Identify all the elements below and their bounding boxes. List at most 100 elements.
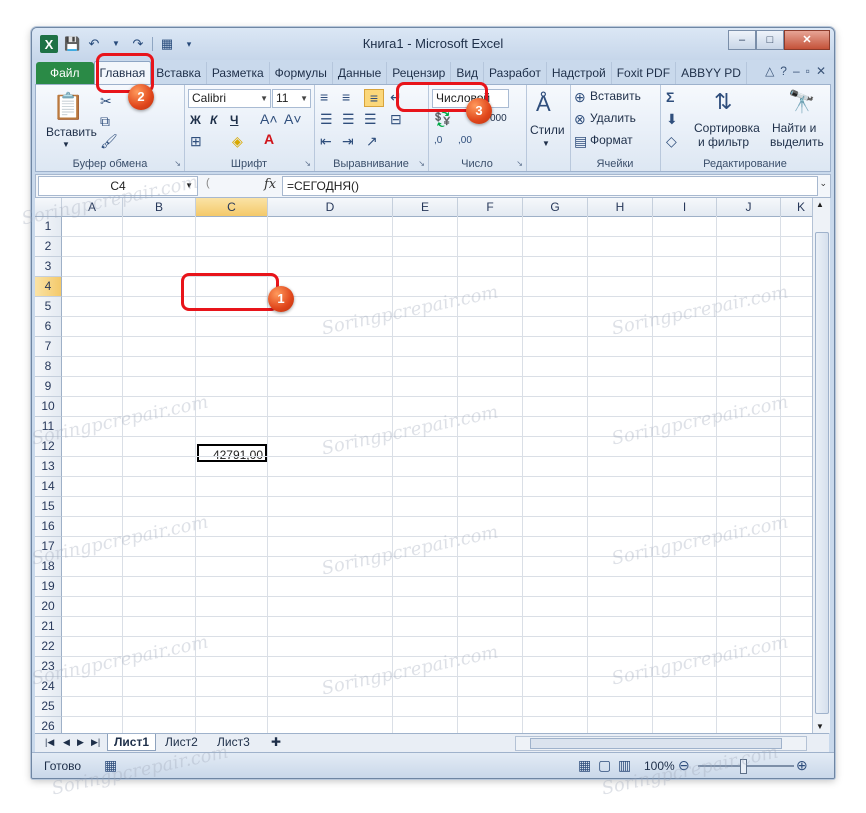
page-layout-view-icon[interactable]: ▢ — [598, 757, 611, 773]
row-header[interactable]: 1 — [35, 217, 62, 237]
find-select-label-2[interactable]: выделить — [770, 135, 824, 149]
expand-formula-icon[interactable]: ⌄ — [819, 178, 827, 189]
shrink-font-icon[interactable]: A˅ — [284, 111, 302, 127]
row-header[interactable]: 22 — [35, 637, 62, 657]
vertical-scroll-thumb[interactable] — [815, 232, 829, 714]
column-header-f[interactable]: F — [458, 198, 523, 217]
increase-decimal-icon[interactable]: ,0 — [434, 133, 442, 149]
row-header[interactable]: 9 — [35, 377, 62, 397]
italic-button[interactable]: К — [210, 113, 217, 127]
styles-button[interactable]: Стили — [530, 123, 565, 137]
align-center-icon[interactable]: ☰ — [342, 111, 355, 127]
fill-color-icon[interactable]: ◈ — [232, 133, 243, 149]
copy-icon[interactable]: ⧉ — [100, 113, 110, 129]
tab-view[interactable]: Вид — [451, 62, 485, 84]
column-header-k[interactable]: K — [781, 198, 812, 217]
row-header[interactable]: 20 — [35, 597, 62, 617]
cell-c4[interactable]: 42791,00 — [197, 444, 267, 462]
find-binoculars-icon[interactable]: 🔭 — [788, 89, 815, 115]
row-header[interactable]: 23 — [35, 657, 62, 677]
page-break-view-icon[interactable]: ▥ — [618, 757, 631, 773]
decrease-decimal-icon[interactable]: ,00 — [458, 133, 472, 149]
align-middle-icon[interactable]: ≡ — [342, 89, 350, 105]
new-sheet-icon[interactable]: ✚ — [265, 734, 287, 750]
paste-icon[interactable]: 📋 — [52, 91, 84, 121]
row-header[interactable]: 19 — [35, 577, 62, 597]
sort-filter-label-2[interactable]: и фильтр — [698, 135, 749, 149]
borders-icon[interactable]: ⊞ — [190, 133, 202, 149]
thousands-separator-button[interactable]: 000 — [490, 113, 507, 124]
select-all-corner[interactable] — [35, 198, 62, 217]
tab-abbyy-pdf[interactable]: ABBYY PD — [676, 62, 747, 84]
align-right-icon[interactable]: ☰ — [364, 111, 377, 127]
row-header[interactable]: 17 — [35, 537, 62, 557]
row-header[interactable]: 14 — [35, 477, 62, 497]
row-header[interactable]: 25 — [35, 697, 62, 717]
horizontal-scrollbar[interactable] — [515, 736, 807, 751]
format-painter-icon[interactable]: 🖌 — [100, 133, 118, 149]
tab-formulas[interactable]: Формулы — [270, 62, 333, 84]
formula-input[interactable]: =СЕГОДНЯ() — [282, 176, 818, 196]
column-header-b[interactable]: B — [123, 198, 196, 217]
zoom-level[interactable]: 100% — [644, 759, 675, 773]
autosum-icon[interactable]: Σ — [666, 89, 674, 105]
doc-close-icon[interactable]: ✕ — [816, 64, 826, 78]
row-header[interactable]: 24 — [35, 677, 62, 697]
fill-icon[interactable]: ⬇ — [666, 111, 678, 127]
zoom-slider-thumb[interactable] — [740, 759, 747, 774]
column-header-e[interactable]: E — [393, 198, 458, 217]
column-header-i[interactable]: I — [653, 198, 717, 217]
column-header-a[interactable]: A — [62, 198, 123, 217]
underline-button[interactable]: Ч — [230, 113, 238, 127]
row-header[interactable]: 11 — [35, 417, 62, 437]
scroll-down-icon[interactable]: ▼ — [816, 722, 824, 731]
row-header[interactable]: 13 — [35, 457, 62, 477]
row-header[interactable]: 16 — [35, 517, 62, 537]
scroll-up-icon[interactable]: ▲ — [816, 200, 824, 209]
align-bottom-icon[interactable]: ≡ — [364, 89, 384, 107]
horizontal-scroll-thumb[interactable] — [530, 738, 782, 749]
styles-icon[interactable]: Å — [536, 91, 551, 117]
find-select-label[interactable]: Найти и — [772, 121, 816, 135]
bold-button[interactable]: Ж — [190, 113, 201, 127]
format-cells-icon[interactable]: ▤ — [574, 133, 587, 149]
font-color-icon[interactable]: A — [264, 131, 274, 147]
column-header-c[interactable]: C — [196, 198, 268, 217]
chevron-down-icon[interactable]: ▼ — [542, 139, 550, 148]
sheet-tab-3[interactable]: Лист3 — [211, 734, 256, 750]
doc-restore-icon[interactable]: ▫ — [806, 64, 810, 78]
align-top-icon[interactable]: ≡ — [320, 89, 328, 105]
increase-indent-icon[interactable]: ⇥ — [342, 133, 354, 149]
orientation-icon[interactable]: ↗ — [366, 133, 378, 149]
dialog-launcher-icon[interactable]: ↘ — [304, 159, 311, 168]
row-header[interactable]: 8 — [35, 357, 62, 377]
tab-foxit-pdf[interactable]: Foxit PDF — [612, 62, 677, 84]
row-header[interactable]: 18 — [35, 557, 62, 577]
tab-review[interactable]: Рецензир — [387, 62, 452, 84]
vertical-scrollbar[interactable]: ▲ ▼ — [812, 198, 830, 733]
column-header-d[interactable]: D — [268, 198, 393, 217]
sheet-nav-last-icon[interactable]: ▶| — [85, 734, 106, 750]
maximize-button[interactable]: □ — [756, 30, 784, 50]
clear-icon[interactable]: ◇ — [666, 133, 677, 149]
dialog-launcher-icon[interactable]: ↘ — [516, 159, 523, 168]
insert-cells-icon[interactable]: ⊕ — [574, 89, 586, 105]
format-button[interactable]: Формат — [590, 133, 633, 147]
delete-button[interactable]: Удалить — [590, 111, 636, 125]
column-header-g[interactable]: G — [523, 198, 588, 217]
minimize-button[interactable]: – — [728, 30, 756, 50]
minimize-ribbon-icon[interactable]: △ — [765, 64, 774, 78]
worksheet-grid[interactable]: A B C D E F G H I J K 1 2 3 4 5 6 7 8 9 10 11 12 13 1… — [35, 198, 812, 733]
row-header[interactable]: 3 — [35, 257, 62, 277]
help-icon[interactable]: ? — [780, 64, 787, 78]
font-size-select[interactable]: 11 ▼ — [272, 89, 311, 108]
tab-insert[interactable]: Вставка — [151, 62, 207, 84]
dialog-launcher-icon[interactable]: ↘ — [174, 159, 181, 168]
doc-minimize-icon[interactable]: – — [793, 64, 800, 78]
delete-cells-icon[interactable]: ⊗ — [574, 111, 586, 127]
column-header-j[interactable]: J — [717, 198, 781, 217]
sheet-tab-1[interactable]: Лист1 — [107, 734, 157, 751]
normal-view-icon[interactable]: ▦ — [578, 757, 591, 773]
paste-button[interactable]: Вставить — [46, 125, 97, 139]
decrease-indent-icon[interactable]: ⇤ — [320, 133, 332, 149]
